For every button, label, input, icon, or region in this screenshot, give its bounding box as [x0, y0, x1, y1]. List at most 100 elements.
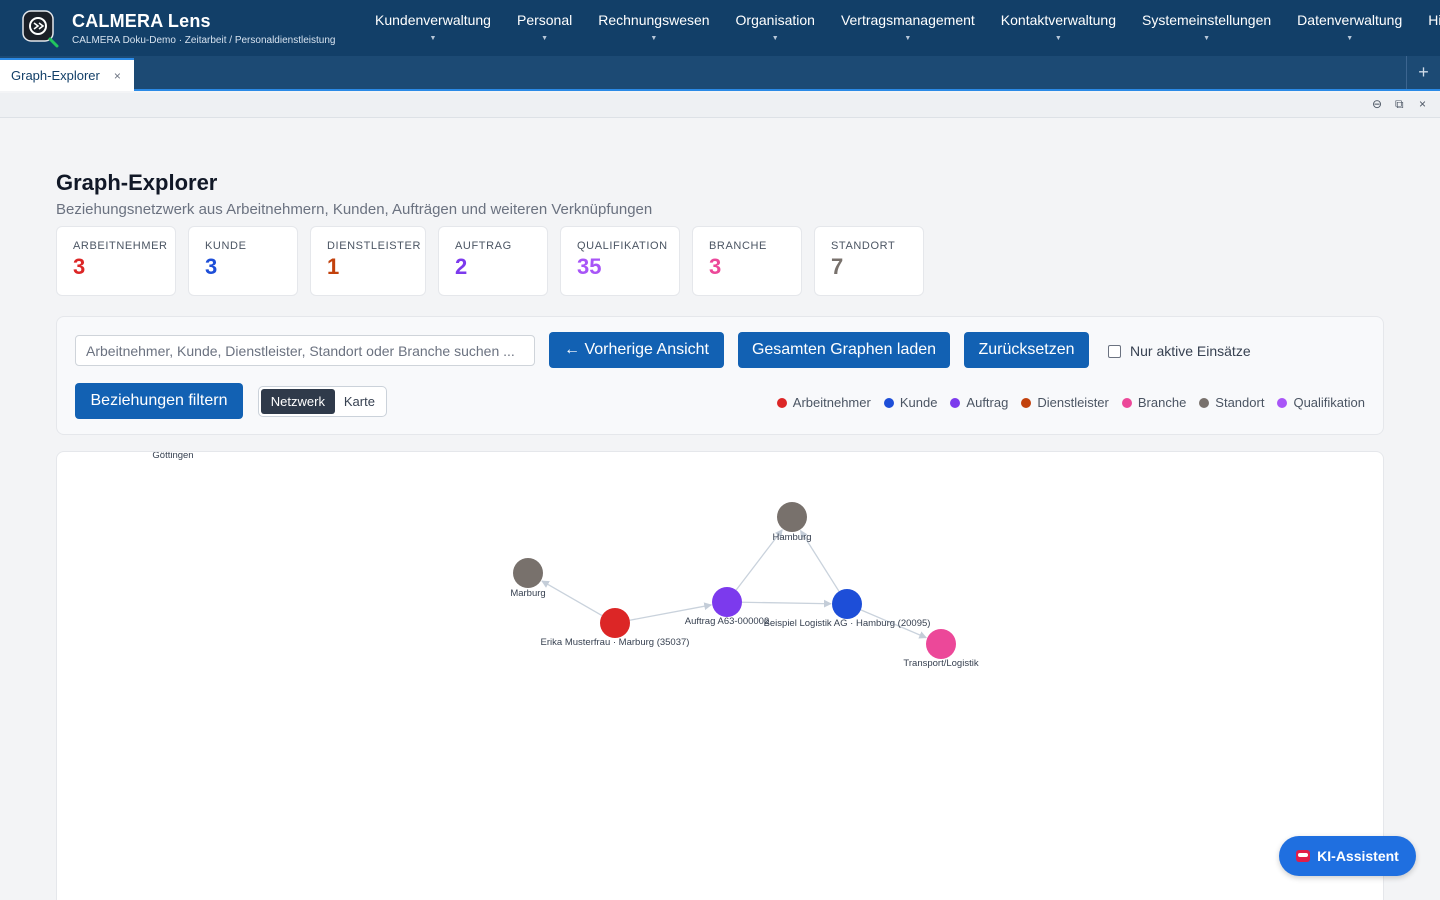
calmera-logo-icon[interactable]	[20, 8, 60, 48]
legend-dot	[883, 397, 894, 408]
stat-label: ARBEITNEHMER	[73, 240, 168, 252]
stat-value: 1	[327, 254, 340, 279]
reset-button[interactable]: Zurücksetzen	[964, 332, 1089, 368]
stat-card-qualifikation[interactable]: QUALIFIKATION 35	[560, 226, 680, 296]
menu-label: Kontaktverwaltung	[1000, 12, 1116, 28]
graph-canvas[interactable]: Göttingen Hamburg Marburg Erika Musterfrau …	[56, 451, 1384, 900]
graph-node-kunde[interactable]	[832, 589, 862, 619]
robot-icon	[1296, 850, 1311, 862]
menu-datenverwaltung[interactable]: Datenverwaltung ▼	[1284, 0, 1415, 56]
graph-node-marburg[interactable]	[513, 558, 543, 588]
graph-node-branche[interactable]	[926, 629, 956, 659]
view-network-option[interactable]: Netzwerk	[261, 389, 335, 414]
legend-item: Branche	[1121, 395, 1187, 410]
stat-value: 7	[831, 254, 844, 279]
app-subtitle: CALMERA Doku-Demo · Zeitarbeit / Persona…	[72, 35, 336, 46]
checkbox-label: Nur aktive Einsätze	[1130, 343, 1251, 359]
stat-card-standort[interactable]: STANDORT 7	[814, 226, 924, 296]
stat-card-dienstleister[interactable]: DIENSTLEISTER 1	[310, 226, 426, 296]
restore-icon[interactable]: ⧉	[1395, 97, 1404, 112]
close-icon[interactable]: ×	[1419, 97, 1426, 111]
graph-node-label-branche: Transport/Logistik	[903, 658, 978, 669]
legend-label: Branche	[1137, 395, 1187, 410]
graph-node-hamburg[interactable]	[777, 502, 807, 532]
top-navigation-bar: CALMERA Lens CALMERA Doku-Demo · Zeitarb…	[0, 0, 1440, 56]
menu-label: Kundenverwaltung	[375, 12, 491, 28]
legend-dot	[1121, 397, 1132, 408]
graph-node-label-goettingen: Göttingen	[152, 452, 193, 461]
graph-node-label-auftrag: Auftrag A63-000002	[685, 616, 770, 627]
menu-organisation[interactable]: Organisation ▼	[723, 0, 828, 56]
graph-node-auftrag[interactable]	[712, 587, 742, 617]
stat-card-kunde[interactable]: KUNDE 3	[188, 226, 298, 296]
add-tab-button[interactable]: +	[1406, 56, 1440, 89]
stat-label: KUNDE	[205, 240, 247, 252]
page-subtitle: Beziehungsnetzwerk aus Arbeitnehmern, Ku…	[56, 201, 653, 218]
stat-label: AUFTRAG	[455, 240, 512, 252]
stat-value: 3	[73, 254, 86, 279]
legend-dot	[776, 397, 787, 408]
legend-label: Qualifikation	[1293, 395, 1365, 410]
menu-label: Vertragsmanagement	[840, 12, 975, 28]
menu-label: Systemeinstellungen	[1141, 12, 1272, 28]
graph-edge-auftrag-kunde	[741, 599, 832, 608]
load-full-graph-button[interactable]: Gesamten Graphen laden	[738, 332, 950, 368]
menu-label: Personal	[516, 12, 573, 28]
filter-relations-button[interactable]: Beziehungen filtern	[75, 383, 243, 419]
tab-graph-explorer[interactable]: Graph-Explorer ×	[0, 58, 134, 91]
legend-item: Standort	[1199, 395, 1264, 410]
menu-rechnungswesen[interactable]: Rechnungswesen ▼	[585, 0, 722, 56]
menu-hilfe[interactable]: Hilfebe▼	[1415, 0, 1440, 56]
legend-label: Dienstleister	[1037, 395, 1109, 410]
legend-dot	[1277, 397, 1288, 408]
legend-item: Kunde	[883, 395, 937, 410]
brand: CALMERA Lens CALMERA Doku-Demo · Zeitarb…	[72, 11, 335, 46]
menu-kundenverwaltung[interactable]: Kundenverwaltung ▼	[362, 0, 504, 56]
legend-dot	[950, 397, 961, 408]
only-active-checkbox[interactable]: Nur aktive Einsätze	[1108, 343, 1251, 359]
stat-value: 35	[577, 254, 602, 279]
legend-item: Dienstleister	[1021, 395, 1109, 410]
close-icon[interactable]: ×	[114, 69, 121, 83]
graph-edge-erika-marburg	[541, 580, 603, 617]
stat-value: 3	[709, 254, 722, 279]
stat-card-arbeitnehmer[interactable]: ARBEITNEHMER 3	[56, 226, 176, 296]
graph-node-label-hamburg: Hamburg	[772, 532, 811, 543]
app-title: CALMERA Lens	[72, 11, 211, 31]
previous-view-button[interactable]: ← Vorherige Ansicht	[549, 332, 724, 368]
menu-label: Organisation	[735, 12, 815, 28]
legend-dot	[1021, 397, 1032, 408]
minimize-icon[interactable]: ⊖	[1372, 97, 1382, 111]
legend-label: Arbeitnehmer	[792, 395, 871, 410]
caret-down-icon: ▼	[429, 35, 437, 42]
caret-down-icon: ▼	[771, 35, 779, 42]
stat-label: DIENSTLEISTER	[327, 240, 421, 252]
network-graph[interactable]: Göttingen Hamburg Marburg Erika Musterfrau …	[57, 452, 1384, 900]
legend-label: Standort	[1215, 395, 1265, 410]
ai-assistant-label: KI-Assistent	[1317, 848, 1399, 864]
menu-kontaktverwaltung[interactable]: Kontaktverwaltung ▼	[988, 0, 1129, 56]
caret-down-icon: ▼	[1203, 35, 1211, 42]
menu-vertragsmanagement[interactable]: Vertragsmanagement ▼	[828, 0, 988, 56]
tab-label: Graph-Explorer	[11, 68, 100, 83]
stat-label: BRANCHE	[709, 240, 767, 252]
stat-card-branche[interactable]: BRANCHE 3	[692, 226, 802, 296]
caret-down-icon: ▼	[904, 35, 912, 42]
menu-systemeinstellungen[interactable]: Systemeinstellungen ▼	[1129, 0, 1284, 56]
graph-node-erika[interactable]	[600, 608, 630, 638]
page-title: Graph-Explorer	[56, 170, 218, 195]
legend-dot	[1199, 397, 1210, 408]
legend-label: Auftrag	[966, 395, 1009, 410]
legend-item: Auftrag	[950, 395, 1008, 410]
stat-card-auftrag[interactable]: AUFTRAG 2	[438, 226, 548, 296]
stat-value: 3	[205, 254, 218, 279]
menu-label: Rechnungswesen	[598, 12, 710, 28]
graph-node-label-kunde: Beispiel Logistik AG · Hamburg (20095)	[764, 618, 931, 629]
caret-down-icon: ▼	[1054, 35, 1062, 42]
caret-down-icon: ▼	[541, 35, 549, 42]
checkbox[interactable]	[1108, 344, 1121, 358]
ai-assistant-button[interactable]: KI-Assistent	[1279, 836, 1416, 876]
view-map-option[interactable]: Karte	[335, 389, 384, 414]
search-input[interactable]	[75, 335, 535, 366]
menu-personal[interactable]: Personal ▼	[504, 0, 585, 56]
